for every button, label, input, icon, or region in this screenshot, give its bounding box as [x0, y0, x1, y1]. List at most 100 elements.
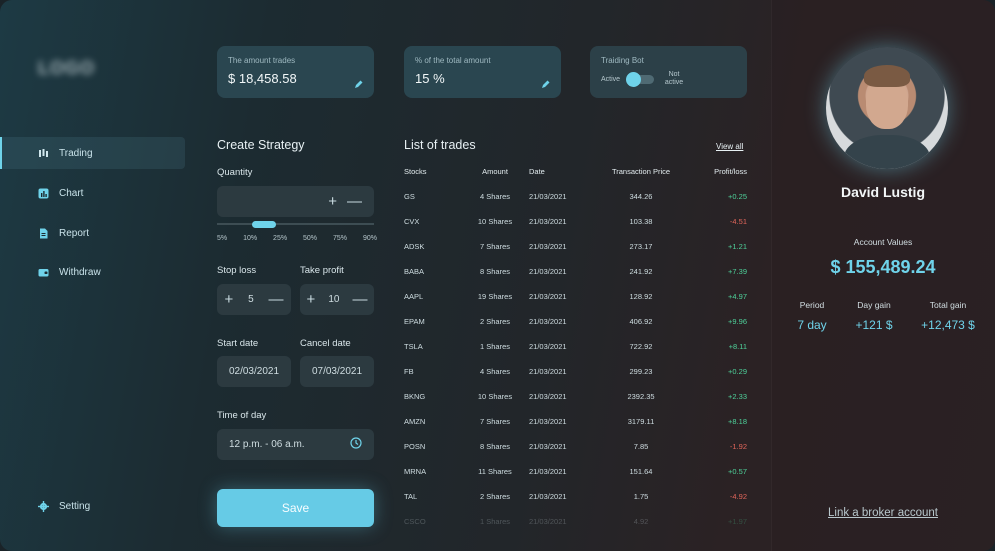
minus-icon[interactable]: —	[269, 291, 284, 308]
amount-cell: 1 Shares	[479, 342, 511, 351]
profit-loss-cell: -4.51	[729, 217, 747, 226]
amount-cell: 8 Shares	[479, 267, 511, 276]
amount-cell: 2 Shares	[479, 317, 511, 326]
table-row[interactable]: BKNG 10 Shares 21/03/2021 2392.35 +2.33	[404, 392, 749, 406]
price-cell: 7.85	[633, 442, 649, 451]
card-label: Traiding Bot	[601, 56, 644, 65]
table-row[interactable]: AAPL 19 Shares 21/03/2021 128.92 +4.97	[404, 292, 749, 306]
table-row[interactable]: POSN 8 Shares 21/03/2021 7.85 -1.92	[404, 442, 749, 456]
plus-icon[interactable]: +	[224, 291, 233, 308]
amount-cell: 1 Shares	[479, 517, 511, 526]
sidebar: LOGO Trading Chart Report Withdraw Setti…	[0, 0, 200, 551]
date-cell: 21/03/2021	[529, 442, 567, 451]
pencil-icon[interactable]	[354, 76, 363, 88]
stat-total-gain: Total gain +12,473 $	[913, 300, 983, 332]
plus-icon[interactable]: +	[328, 193, 337, 210]
stat-period: Period 7 day	[787, 300, 837, 332]
profit-loss-cell: +0.57	[728, 467, 747, 476]
profit-loss-cell: +0.29	[728, 367, 747, 376]
column-header: Date	[529, 167, 545, 176]
amount-cell: 7 Shares	[479, 242, 511, 251]
save-button[interactable]: Save	[217, 489, 374, 527]
take-profit-stepper[interactable]: + 10 —	[300, 284, 374, 315]
column-header: Amount	[482, 167, 508, 176]
table-row[interactable]: GS 4 Shares 21/03/2021 344.26 +0.25	[404, 192, 749, 206]
table-row[interactable]: MRNA 11 Shares 21/03/2021 151.64 +0.57	[404, 467, 749, 481]
price-cell: 406.92	[629, 317, 653, 326]
table-header: Stocks Amount Date Transaction Price Pro…	[404, 167, 749, 181]
profit-loss-cell: +1.21	[728, 242, 747, 251]
link-broker-account[interactable]: Link a broker account	[771, 507, 995, 519]
profit-loss-cell: +0.25	[728, 192, 747, 201]
plus-icon[interactable]: +	[307, 291, 316, 308]
percent-total-card: % of the total amount 15 %	[404, 46, 561, 98]
sidebar-item-report[interactable]: Report	[0, 217, 185, 249]
price-cell: 722.92	[629, 342, 653, 351]
clock-icon	[350, 437, 362, 452]
table-row[interactable]: ADSK 7 Shares 21/03/2021 273.17 +1.21	[404, 242, 749, 256]
profit-loss-cell: +7.39	[728, 267, 747, 276]
price-cell: 103.38	[629, 217, 653, 226]
start-date-field[interactable]: 02/03/2021	[217, 356, 291, 387]
date-cell: 21/03/2021	[529, 492, 567, 501]
stock-cell: GS	[404, 192, 415, 201]
table-row[interactable]: EPAM 2 Shares 21/03/2021 406.92 +9.96	[404, 317, 749, 331]
toggle-knob	[626, 71, 642, 87]
sidebar-item-label: Chart	[59, 187, 84, 199]
quantity-slider-handle[interactable]	[252, 221, 276, 228]
take-profit-value: 10	[328, 294, 340, 305]
date-cell: 21/03/2021	[529, 267, 567, 276]
column-header: Profit/loss	[714, 167, 747, 176]
sidebar-item-trading[interactable]: Trading	[0, 137, 185, 169]
stock-cell: CSCO	[404, 517, 426, 526]
card-label: The amount trades	[228, 56, 296, 65]
quantity-slider-track[interactable]	[217, 223, 374, 225]
sidebar-item-label: Withdraw	[59, 266, 101, 278]
stat-label: Day gain	[857, 300, 891, 310]
stock-cell: TSLA	[404, 342, 423, 351]
stock-cell: BKNG	[404, 392, 426, 401]
stat-day-gain: Day gain +121 $	[845, 300, 903, 332]
table-row[interactable]: CVX 10 Shares 21/03/2021 103.38 -4.51	[404, 217, 749, 231]
price-cell: 2392.35	[627, 392, 655, 401]
account-values-label: Account Values	[853, 237, 913, 247]
stat-value: 7 day	[797, 318, 827, 332]
profit-loss-cell: +8.11	[728, 342, 747, 351]
stop-loss-stepper[interactable]: + 5 —	[217, 284, 291, 315]
table-row[interactable]: TAL 2 Shares 21/03/2021 1.75 -4.92	[404, 492, 749, 506]
stat-label: Period	[799, 300, 825, 310]
minus-icon[interactable]: —	[352, 291, 367, 308]
stop-loss-label: Stop loss	[217, 265, 257, 276]
table-row[interactable]: AMZN 7 Shares 21/03/2021 3179.11 +8.18	[404, 417, 749, 431]
sidebar-item-withdraw[interactable]: Withdraw	[0, 256, 185, 288]
sidebar-item-chart[interactable]: Chart	[0, 177, 185, 209]
table-row[interactable]: CSCO 1 Shares 21/03/2021 4.92 +1.97	[404, 517, 749, 531]
date-cell: 21/03/2021	[529, 392, 567, 401]
time-of-day-field[interactable]: 12 p.m. - 06 a.m.	[217, 429, 374, 460]
table-row[interactable]: BABA 8 Shares 21/03/2021 241.92 +7.39	[404, 267, 749, 281]
stock-cell: POSN	[404, 442, 426, 451]
card-value: $ 18,458.58	[228, 71, 297, 86]
price-cell: 299.23	[629, 367, 653, 376]
price-cell: 128.92	[629, 292, 653, 301]
start-date-label: Start date	[217, 338, 259, 349]
pencil-icon[interactable]	[541, 76, 550, 88]
user-name: David Lustig	[840, 184, 925, 200]
quantity-stepper[interactable]: + —	[217, 186, 374, 217]
price-cell: 4.92	[633, 517, 649, 526]
cancel-date-field[interactable]: 07/03/2021	[300, 356, 374, 387]
price-cell: 273.17	[629, 242, 653, 251]
bot-toggle[interactable]	[626, 71, 655, 87]
minus-icon[interactable]: —	[347, 193, 362, 210]
profit-loss-cell: +2.33	[728, 392, 747, 401]
price-cell: 1.75	[633, 492, 649, 501]
amount-cell: 11 Shares	[478, 467, 512, 476]
trading-icon	[38, 148, 49, 159]
bot-not-active-label: Not active	[664, 71, 684, 86]
table-row[interactable]: TSLA 1 Shares 21/03/2021 722.92 +8.11	[404, 342, 749, 356]
table-row[interactable]: FB 4 Shares 21/03/2021 299.23 +0.29	[404, 367, 749, 381]
date-cell: 21/03/2021	[529, 342, 567, 351]
view-all-link[interactable]: View all	[716, 142, 743, 151]
trades-title: List of trades	[404, 138, 476, 152]
sidebar-item-setting[interactable]: Setting	[0, 490, 185, 522]
